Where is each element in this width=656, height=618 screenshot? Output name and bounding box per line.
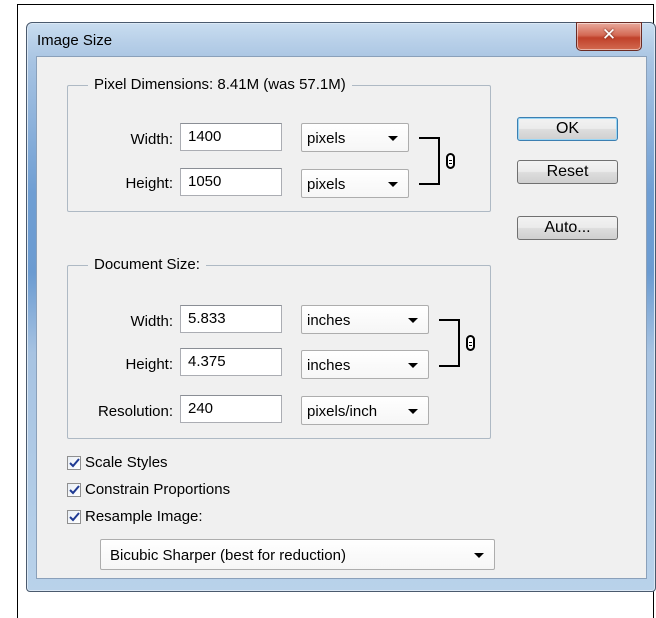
resample-image-label[interactable]: Resample Image: <box>85 508 203 526</box>
chain-link-icon <box>446 153 455 169</box>
pixel-width-label: Width: <box>130 131 173 148</box>
pixel-height-unit-value: pixels <box>307 176 346 193</box>
chevron-down-icon <box>408 409 418 414</box>
pixel-height-input[interactable]: 1050 <box>180 168 282 196</box>
background-page-cut-text <box>18 0 78 9</box>
pixel-bracket-stub-top <box>419 137 427 139</box>
constrain-proportions-checkbox[interactable] <box>67 483 81 497</box>
resolution-label: Resolution: <box>97 403 173 420</box>
image-size-dialog: Image Size ✕ Pixel Dimensions: 8.41M (wa… <box>26 22 656 592</box>
pixel-width-unit-select[interactable]: pixels <box>301 123 409 152</box>
document-size-legend: Document Size: <box>88 256 206 274</box>
document-height-input[interactable]: 4.375 <box>180 348 282 376</box>
close-icon: ✕ <box>601 25 617 44</box>
document-height-unit-value: inches <box>307 357 351 374</box>
checkmark-icon <box>69 512 80 522</box>
chain-link-icon <box>466 335 475 351</box>
pixel-constrain-bracket <box>427 137 440 185</box>
pixel-dimensions-legend: Pixel Dimensions: 8.41M (was 57.1M) <box>88 76 352 94</box>
dialog-client-area: Pixel Dimensions: 8.41M (was 57.1M) Widt… <box>36 56 647 579</box>
chevron-down-icon <box>408 363 418 368</box>
resolution-unit-select[interactable]: pixels/inch <box>301 396 429 425</box>
document-width-unit-value: inches <box>307 312 351 329</box>
resample-method-select[interactable]: Bicubic Sharper (best for reduction) <box>100 539 495 570</box>
scale-styles-label[interactable]: Scale Styles <box>85 454 168 472</box>
reset-button[interactable]: Reset <box>517 160 618 184</box>
constrain-proportions-label[interactable]: Constrain Proportions <box>85 481 230 499</box>
scale-styles-checkbox[interactable] <box>67 456 81 470</box>
resample-method-value: Bicubic Sharper (best for reduction) <box>110 547 346 564</box>
chevron-down-icon <box>408 318 418 323</box>
document-height-unit-select[interactable]: inches <box>301 350 429 379</box>
document-width-unit-select[interactable]: inches <box>301 305 429 334</box>
resample-image-checkbox[interactable] <box>67 510 81 524</box>
pixel-bracket-stub-bottom <box>419 183 427 185</box>
chevron-down-icon <box>474 553 484 558</box>
pixel-height-unit-select[interactable]: pixels <box>301 169 409 198</box>
chevron-down-icon <box>388 182 398 187</box>
pixel-height-label: Height: <box>125 175 173 192</box>
checkmark-icon <box>69 458 80 468</box>
document-width-label: Width: <box>130 313 173 330</box>
resolution-unit-value: pixels/inch <box>307 403 378 420</box>
pixel-width-input[interactable]: 1400 <box>180 123 282 151</box>
ok-button[interactable]: OK <box>517 117 618 141</box>
document-width-input[interactable]: 5.833 <box>180 305 282 333</box>
dialog-title: Image Size <box>37 32 113 49</box>
document-constrain-bracket <box>447 319 460 367</box>
pixel-width-unit-value: pixels <box>307 130 346 147</box>
chevron-down-icon <box>388 136 398 141</box>
document-bracket-stub-bottom <box>439 365 447 367</box>
resolution-input[interactable]: 240 <box>180 395 282 423</box>
close-button[interactable]: ✕ <box>576 22 642 51</box>
document-height-label: Height: <box>125 356 173 373</box>
document-bracket-stub-top <box>439 319 447 321</box>
checkmark-icon <box>69 485 80 495</box>
auto-button[interactable]: Auto... <box>517 216 618 240</box>
